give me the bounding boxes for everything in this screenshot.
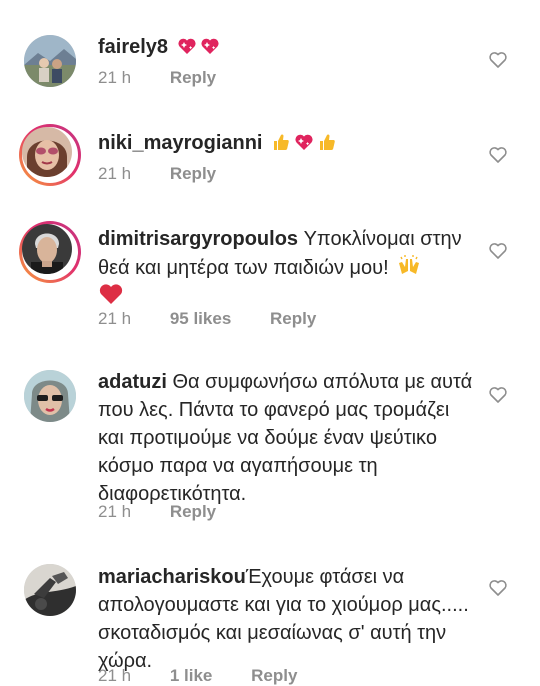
- comment-meta: 21 h Reply: [98, 164, 250, 184]
- timestamp: 21 h: [98, 666, 132, 685]
- timestamp: 21 h: [98, 68, 132, 87]
- username-link[interactable]: dimitrisargyropoulos: [98, 228, 298, 250]
- comment-meta: 21 h Reply: [98, 502, 250, 522]
- like-heart-icon[interactable]: [488, 50, 508, 70]
- likes-count[interactable]: 1 like: [170, 666, 213, 686]
- thumbs-up-icon: [274, 134, 289, 150]
- reply-button[interactable]: Reply: [170, 68, 216, 88]
- reply-button[interactable]: Reply: [170, 164, 216, 184]
- reply-button[interactable]: Reply: [270, 309, 316, 329]
- comment-text: niki_mayrogianni: [98, 129, 478, 157]
- like-heart-icon[interactable]: [488, 578, 508, 598]
- comment-meta: 21 h 1 like Reply: [98, 666, 331, 686]
- like-heart-icon[interactable]: [488, 385, 508, 405]
- comment-text: fairely8: [98, 33, 478, 61]
- sparkling-heart-icon: [201, 38, 219, 54]
- reply-button[interactable]: Reply: [251, 666, 297, 686]
- username-link[interactable]: niki_mayrogianni: [98, 132, 263, 154]
- thumbs-up-icon: [320, 134, 335, 150]
- sparkling-heart-icon: [178, 38, 196, 54]
- timestamp: 21 h: [98, 164, 132, 183]
- comment-text: dimitrisargyropoulos Υποκλίνομαι στην θε…: [98, 225, 478, 311]
- raised-hands-icon: [399, 255, 420, 274]
- avatar[interactable]: [19, 124, 81, 186]
- username-link[interactable]: fairely8: [98, 36, 168, 58]
- likes-count[interactable]: 95 likes: [170, 309, 231, 329]
- reply-button[interactable]: Reply: [170, 502, 216, 522]
- comment-meta: 21 h 95 likes Reply: [98, 309, 350, 329]
- avatar[interactable]: [24, 370, 76, 422]
- comment-text: adatuzi Θα συμφωνήσω απόλυτα με αυτά που…: [98, 368, 478, 508]
- avatar[interactable]: [19, 221, 81, 283]
- avatar[interactable]: [24, 35, 76, 87]
- sparkling-heart-icon: [295, 134, 313, 150]
- red-heart-icon: [99, 284, 123, 304]
- timestamp: 21 h: [98, 502, 132, 521]
- avatar[interactable]: [24, 564, 76, 616]
- timestamp: 21 h: [98, 309, 132, 328]
- comment-text: mariachariskouΈχουμε φτάσει να απολογουμ…: [98, 563, 478, 675]
- like-heart-icon[interactable]: [488, 145, 508, 165]
- comment-meta: 21 h Reply: [98, 68, 250, 88]
- like-heart-icon[interactable]: [488, 241, 508, 261]
- username-link[interactable]: adatuzi: [98, 371, 167, 393]
- username-link[interactable]: mariachariskou: [98, 566, 246, 588]
